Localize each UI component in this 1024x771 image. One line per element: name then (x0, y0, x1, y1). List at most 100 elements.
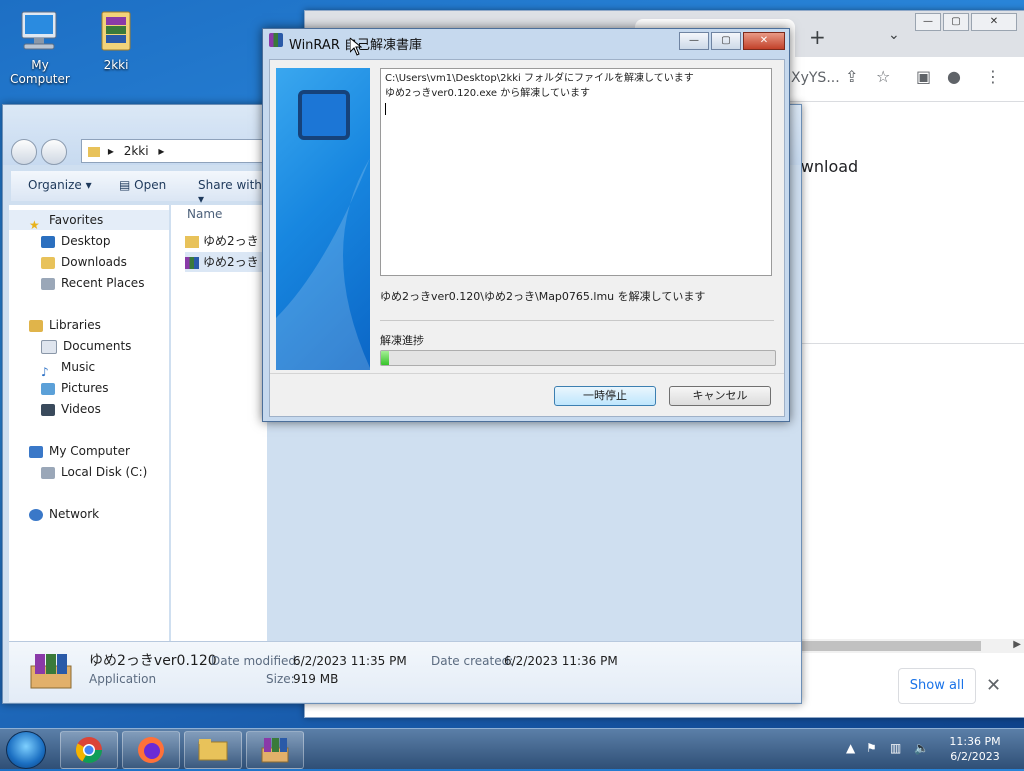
videos-icon (41, 403, 55, 416)
log-line: ゆめ2っきver0.120.exe から解凍しています (385, 88, 590, 99)
scroll-right-icon[interactable]: ▶ (1013, 639, 1021, 650)
organize-button[interactable]: Organize ▾ (28, 178, 92, 192)
log-line: C:\Users\vm1\Desktop\2kki フォルダにファイルを解凍して… (385, 73, 694, 84)
menu-icon[interactable]: ⋮ (985, 67, 1001, 86)
dialog-footer: 一時停止 キャンセル (270, 373, 784, 416)
star-icon[interactable]: ☆ (876, 67, 890, 86)
downloads-icon (41, 256, 55, 269)
horizontal-scrollbar[interactable]: ▶ (791, 639, 1024, 653)
maximize-button[interactable]: ▢ (943, 13, 969, 31)
back-button[interactable] (11, 139, 37, 165)
share-icon[interactable]: ⇪ (845, 67, 858, 86)
minimize-button[interactable]: — (915, 13, 941, 31)
chrome-window-controls: — ▢ ✕ (915, 13, 1017, 31)
network-icon[interactable]: ▥ (890, 741, 901, 755)
folder-icon (198, 739, 228, 761)
clock-time: 11:36 PM (949, 735, 1001, 748)
hard-drive-icon (41, 466, 55, 479)
nav-item-local-disk[interactable]: Local Disk (C:) (41, 462, 147, 482)
folder-icon (88, 146, 100, 157)
close-button[interactable]: ✕ (743, 32, 785, 50)
computer-icon (16, 8, 64, 54)
volume-muted-icon[interactable]: 🔈 (914, 741, 929, 755)
breadcrumb-arrow-icon: ▸ (107, 144, 114, 158)
close-download-bar-icon[interactable]: ✕ (986, 675, 1001, 696)
taskbar-winrar[interactable] (246, 731, 304, 769)
archive-icon (92, 8, 140, 54)
current-file-status: ゆめ2っきver0.120\ゆめ2っき\Map0765.lmu を解凍しています (380, 290, 706, 303)
folder-icon (185, 235, 199, 248)
text-cursor (385, 103, 386, 115)
list-item[interactable]: ゆめ2っき (185, 252, 267, 272)
chrome-icon (75, 737, 103, 764)
detail-file-name: ゆめ2っきver0.120 (89, 653, 217, 669)
size-label: Size: (266, 672, 295, 686)
desktop-icon-2kki[interactable]: 2kki (76, 8, 156, 72)
breadcrumb[interactable]: 2kki (124, 144, 149, 158)
desktop-icon-label: 2kki (103, 58, 129, 72)
system-clock[interactable]: 11:36 PM 6/2/2023 (940, 734, 1010, 764)
nav-item-recent-places[interactable]: Recent Places (41, 273, 144, 293)
share-with-button[interactable]: Share with ▾ (198, 178, 271, 206)
nav-libraries[interactable]: Libraries (29, 315, 101, 335)
address-bar[interactable]: XyYS... (791, 70, 840, 86)
list-item[interactable]: ゆめ2っき (185, 231, 267, 251)
network-icon (29, 508, 43, 521)
show-all-downloads-button[interactable]: Show all (898, 668, 976, 704)
close-button[interactable]: ✕ (971, 13, 1017, 31)
documents-icon (41, 339, 57, 354)
desktop-icon-label: My Computer (10, 58, 70, 86)
pause-button[interactable]: 一時停止 (554, 386, 656, 406)
mouse-cursor-icon (349, 36, 363, 59)
nav-item-downloads[interactable]: Downloads (41, 252, 127, 272)
computer-icon (29, 445, 43, 458)
progress-label: 解凍進捗 (380, 334, 424, 347)
chevron-down-icon[interactable]: ⌄ (888, 27, 900, 43)
minimize-button[interactable]: — (679, 32, 709, 50)
address-bar[interactable]: ▸ 2kki ▸ (81, 139, 273, 163)
divider (791, 343, 1024, 344)
nav-favorites[interactable]: ★ Favorites (9, 210, 169, 232)
action-center-flag-icon[interactable]: ⚑ (866, 741, 877, 755)
nav-item-videos[interactable]: Videos (41, 399, 101, 419)
desktop-icon-my-computer[interactable]: My Computer (0, 8, 80, 86)
extraction-progress-bar (380, 350, 776, 366)
firefox-icon (138, 737, 164, 763)
music-icon: ♪ (41, 364, 49, 379)
winrar-icon (269, 33, 283, 47)
command-bar: Organize ▾ ▤ Open Share with ▾ (11, 171, 271, 206)
plus-icon[interactable]: + (809, 25, 826, 49)
nav-item-desktop[interactable]: Desktop (41, 231, 111, 251)
winrar-archive-icon (261, 738, 289, 763)
winrar-archive-icon (29, 650, 73, 690)
nav-network[interactable]: Network (29, 504, 99, 524)
star-icon: ★ (29, 217, 40, 232)
open-button[interactable]: ▤ Open (119, 178, 166, 192)
nav-item-pictures[interactable]: Pictures (41, 378, 109, 398)
maximize-button[interactable]: ▢ (711, 32, 741, 50)
taskbar-firefox[interactable] (122, 731, 180, 769)
show-hidden-icons[interactable]: ▲ (846, 741, 855, 755)
sidebar-icon[interactable]: ▣ (916, 67, 931, 86)
divider (380, 320, 774, 321)
profile-icon[interactable]: ● (947, 67, 961, 86)
nav-item-music[interactable]: ♪ Music (41, 357, 95, 379)
taskbar-explorer[interactable] (184, 731, 242, 769)
clock-date: 6/2/2023 (950, 750, 1000, 763)
scrollbar-thumb[interactable] (791, 641, 981, 651)
nav-item-documents[interactable]: Documents (41, 336, 131, 356)
nav-my-computer[interactable]: My Computer (29, 441, 130, 461)
banner-decoration (276, 158, 370, 370)
breadcrumb-arrow-icon[interactable]: ▸ (158, 144, 164, 158)
date-created-value: 6/2/2023 11:36 PM (504, 654, 618, 668)
column-header-name[interactable]: Name (187, 207, 222, 221)
date-modified-label: Date modified: (211, 654, 301, 668)
start-button[interactable] (6, 731, 46, 769)
cancel-button[interactable]: キャンセル (669, 386, 771, 406)
progress-fill (381, 351, 389, 365)
extraction-log[interactable]: C:\Users\vm1\Desktop\2kki フォルダにファイルを解凍して… (380, 68, 772, 276)
libraries-icon (29, 319, 43, 332)
forward-button[interactable] (41, 139, 67, 165)
winrar-sfx-dialog[interactable]: WinRAR 自己解凍書庫 — ▢ ✕ C:\Users\vm1\Desktop… (262, 28, 790, 422)
taskbar-chrome[interactable] (60, 731, 118, 769)
